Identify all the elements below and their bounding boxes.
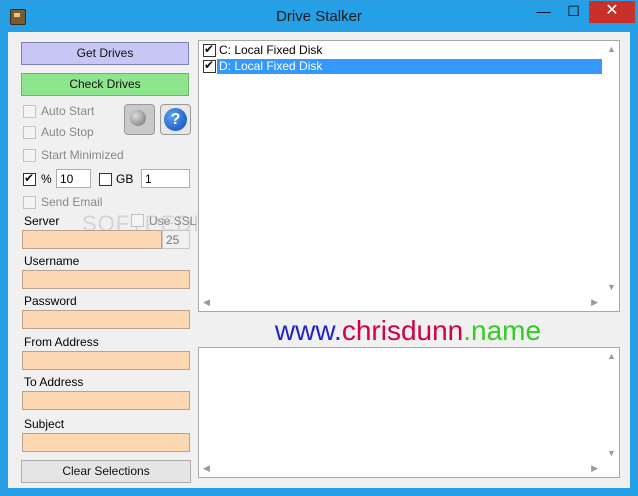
drive-checkbox[interactable] xyxy=(203,42,216,57)
scroll-right-icon[interactable]: ▶ xyxy=(591,463,598,474)
port-field[interactable]: 25 xyxy=(162,230,190,249)
help-icon: ? xyxy=(164,108,187,131)
website-part-tld: .name xyxy=(463,315,542,346)
to-address-field[interactable] xyxy=(22,391,190,410)
maximize-button[interactable]: ☐ xyxy=(559,1,588,23)
use-ssl-checkbox[interactable] xyxy=(131,214,144,227)
website-link[interactable]: www.chrisdunn.name xyxy=(198,315,618,347)
gb-checkbox[interactable] xyxy=(99,173,112,186)
get-drives-button[interactable]: Get Drives xyxy=(21,42,189,65)
website-part-www: www. xyxy=(274,315,342,346)
clear-selections-button[interactable]: Clear Selections xyxy=(21,460,191,483)
scroll-left-icon[interactable]: ◀ xyxy=(203,297,210,308)
help-button[interactable]: ? xyxy=(160,104,191,135)
percent-field[interactable]: 10 xyxy=(56,169,91,188)
gb-label: GB xyxy=(116,172,134,186)
app-window: Drive Stalker — ☐ ✕ Get Drives Check Dri… xyxy=(0,0,638,496)
log-list[interactable]: ▲ ▼ ◀ ▶ xyxy=(198,347,620,478)
scroll-right-icon[interactable]: ▶ xyxy=(591,297,598,308)
password-label: Password xyxy=(24,294,77,308)
send-email-checkbox[interactable] xyxy=(23,196,36,209)
server-field[interactable] xyxy=(22,230,162,249)
username-field[interactable] xyxy=(22,270,190,289)
close-button[interactable]: ✕ xyxy=(589,1,635,23)
percent-checkbox[interactable] xyxy=(23,171,36,186)
server-label: Server xyxy=(24,214,60,228)
gb-field[interactable]: 1 xyxy=(141,169,190,188)
scroll-left-icon[interactable]: ◀ xyxy=(203,463,210,474)
drive-list-vscroll[interactable]: ▲ ▼ xyxy=(602,41,619,294)
percent-label: % xyxy=(41,172,52,186)
globe-icon[interactable] xyxy=(124,104,155,135)
scroll-up-icon[interactable]: ▲ xyxy=(607,44,616,54)
log-list-vscroll[interactable]: ▲ ▼ xyxy=(602,348,619,460)
scroll-down-icon[interactable]: ▼ xyxy=(607,448,616,458)
check-drives-button[interactable]: Check Drives xyxy=(21,73,189,96)
auto-start-label: Auto Start xyxy=(41,104,95,118)
from-address-label: From Address xyxy=(24,335,99,349)
subject-field[interactable] xyxy=(22,433,190,452)
log-list-hscroll[interactable]: ◀ ▶ xyxy=(199,460,602,477)
scroll-up-icon[interactable]: ▲ xyxy=(607,351,616,361)
auto-stop-label: Auto Stop xyxy=(41,125,94,139)
use-ssl-label: Use SSL xyxy=(149,214,197,228)
title-bar[interactable]: Drive Stalker — ☐ ✕ xyxy=(1,1,637,32)
subject-label: Subject xyxy=(24,417,65,431)
from-address-field[interactable] xyxy=(22,351,190,370)
to-address-label: To Address xyxy=(24,375,84,389)
username-label: Username xyxy=(24,254,80,268)
start-minimized-label: Start Minimized xyxy=(41,148,124,162)
password-field[interactable] xyxy=(22,310,190,329)
auto-start-checkbox[interactable] xyxy=(23,105,36,118)
auto-stop-checkbox[interactable] xyxy=(23,126,36,139)
drive-list[interactable]: C: Local Fixed Disk D: Local Fixed Disk … xyxy=(198,40,620,312)
scroll-down-icon[interactable]: ▼ xyxy=(607,282,616,292)
drive-list-hscroll[interactable]: ◀ ▶ xyxy=(199,294,602,311)
main-panel: Get Drives Check Drives Auto Start Auto … xyxy=(8,32,630,488)
send-email-label: Send Email xyxy=(41,195,103,209)
minimize-button[interactable]: — xyxy=(529,1,558,23)
start-minimized-checkbox[interactable] xyxy=(23,149,36,162)
website-part-name: chrisdunn xyxy=(341,315,464,346)
drive-label: C: Local Fixed Disk xyxy=(219,43,323,57)
drive-label: D: Local Fixed Disk xyxy=(217,59,602,74)
drive-checkbox[interactable] xyxy=(203,58,216,73)
